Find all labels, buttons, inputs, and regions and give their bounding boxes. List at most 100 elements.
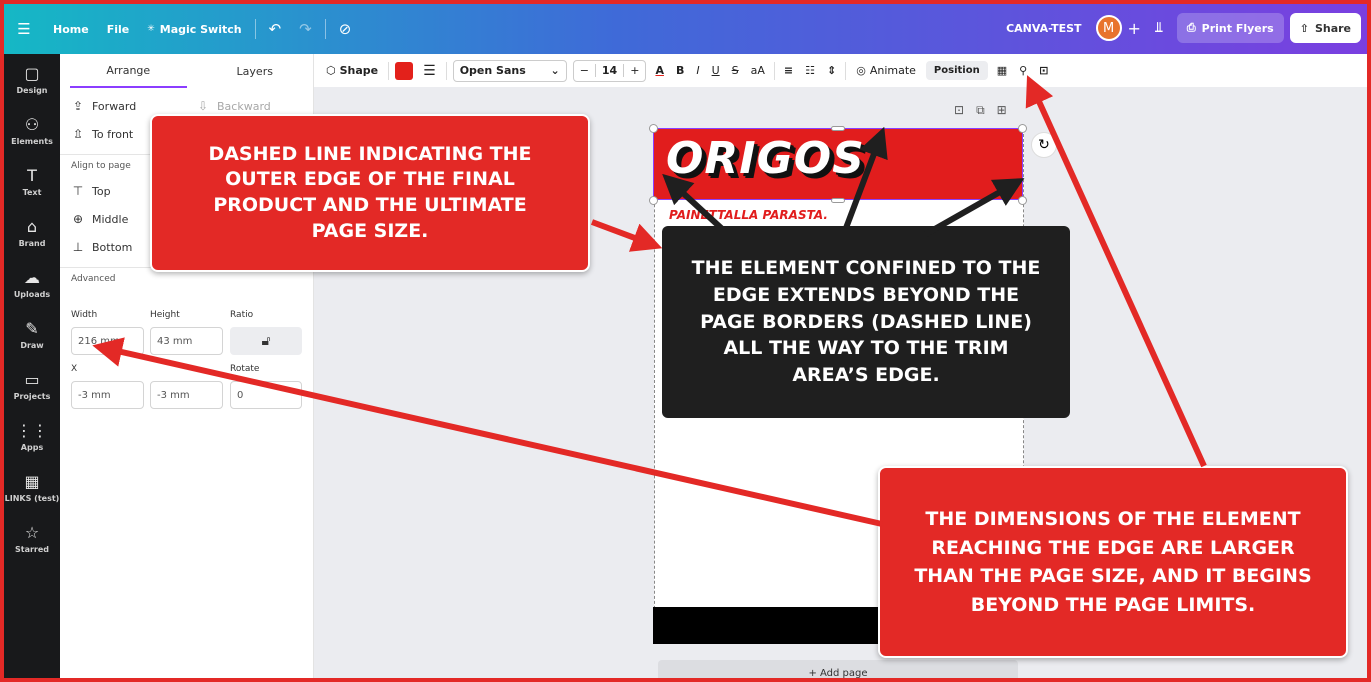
bold-icon[interactable]: B — [673, 64, 687, 77]
ratio-lock-button[interactable]: 🔓︎ — [230, 327, 302, 355]
decrease-size-button[interactable]: − — [574, 64, 595, 77]
strikethrough-icon[interactable]: S — [729, 64, 742, 77]
share-button[interactable]: ⇧ Share — [1289, 13, 1361, 43]
avatar[interactable]: M — [1095, 15, 1122, 41]
menu-button[interactable]: ☰ — [4, 13, 44, 45]
cloud-save-status[interactable]: ⊘ — [330, 13, 361, 45]
add-page-icon[interactable]: ⊞ — [997, 103, 1007, 118]
letter-case-button[interactable]: aA — [748, 64, 768, 77]
tab-layers[interactable]: Layers — [197, 54, 314, 88]
printer-icon: ⎙ — [1186, 21, 1196, 34]
shape-label: Shape — [339, 64, 379, 77]
rail-item-design[interactable]: ▢ Design — [4, 54, 60, 105]
underline-icon[interactable]: U — [709, 64, 723, 77]
add-page-button[interactable]: + Add page — [658, 660, 1018, 678]
undo-button[interactable]: ↶ — [260, 13, 291, 45]
resize-handle[interactable] — [1018, 196, 1027, 205]
lock-icon[interactable]: ⊡ — [1036, 64, 1051, 77]
rail-item-brand[interactable]: ⌂ Brand — [4, 207, 60, 258]
text-color-icon[interactable]: A — [652, 64, 667, 77]
x-input[interactable]: -3 mm — [71, 381, 144, 409]
rail-item-draw[interactable]: ✎ Draw — [4, 309, 60, 360]
magic-switch-button[interactable]: ✳ Magic Switch — [138, 13, 250, 45]
border-style-button[interactable]: ☰ — [419, 63, 440, 79]
italic-icon[interactable]: I — [693, 64, 702, 77]
upload-icon: ☁ — [24, 268, 40, 287]
position-button[interactable]: Position — [925, 61, 988, 80]
spacing-icon[interactable]: ⇕ — [824, 64, 839, 77]
element-toolbar: ⬡ Shape ☰ Open Sans ⌄ − 14 + A B I U S aA … — [314, 54, 1367, 87]
tagline-text[interactable]: PAINETTALLA PARASTA. — [669, 208, 828, 222]
resize-handle[interactable] — [831, 198, 845, 203]
rail-item-elements[interactable]: ⚇ Elements — [4, 105, 60, 156]
rail-label: Elements — [11, 137, 53, 146]
rotate-icon: ↻ — [1038, 137, 1050, 153]
layer-forward-icon: ⇪ — [72, 99, 84, 113]
divider — [324, 19, 326, 39]
increase-size-button[interactable]: + — [624, 64, 645, 77]
rail-item-apps[interactable]: ⋮⋮ Apps — [4, 411, 60, 462]
tab-arrange[interactable]: Arrange — [70, 54, 187, 88]
resize-handle[interactable] — [1018, 124, 1027, 133]
duplicate-page-icon[interactable]: ⧉ — [976, 103, 985, 118]
file-label: File — [106, 22, 130, 36]
font-family-select[interactable]: Open Sans ⌄ — [452, 59, 567, 82]
advanced-heading: Advanced — [71, 274, 116, 284]
print-flyers-button[interactable]: ⎙ Print Flyers — [1176, 13, 1284, 43]
logo-text[interactable]: ORIGOS — [666, 133, 865, 184]
resize-handle[interactable] — [649, 124, 658, 133]
rail-item-links[interactable]: ▦ LINKS (test) — [4, 462, 60, 513]
rail-label: Text — [22, 188, 42, 197]
rail-item-text[interactable]: T Text — [4, 156, 60, 207]
ratio-label: Ratio — [230, 310, 254, 320]
left-rail: ▢ Design ⚇ Elements T Text ⌂ Brand ☁ Uploads … — [4, 54, 60, 678]
draw-icon: ✎ — [25, 319, 39, 338]
redo-button[interactable]: ↷ — [290, 13, 321, 45]
hamburger-icon: ☰ — [17, 20, 31, 38]
transparency-icon[interactable]: ▦ — [994, 64, 1010, 77]
file-menu[interactable]: File — [98, 13, 139, 45]
divider — [254, 19, 256, 39]
font-size-stepper[interactable]: − 14 + — [572, 59, 647, 82]
add-collaborator-button[interactable]: + — [1128, 19, 1141, 38]
resize-handle[interactable] — [649, 196, 658, 205]
text-icon: T — [27, 166, 37, 185]
callout-text: DASHED LINE INDICATING THE OUTER EDGE OF… — [208, 142, 532, 242]
copy-style-icon[interactable]: ⚲ — [1016, 64, 1030, 77]
top-bar: ☰ Home File ✳ Magic Switch ↶ ↷ ⊘ CANVA-T… — [4, 4, 1367, 54]
resize-handle[interactable] — [831, 126, 845, 131]
rotate-handle[interactable]: ↻ — [1031, 132, 1057, 158]
star-icon: ☆ — [24, 523, 40, 542]
project-name[interactable]: CANVA-TEST — [1006, 22, 1081, 35]
backward-label: Backward — [217, 99, 271, 113]
width-input[interactable]: 216 mm — [71, 327, 144, 355]
lock-page-icon[interactable]: ⊡ — [954, 103, 964, 118]
home-label: Home — [53, 22, 89, 36]
list-icon[interactable]: ☷ — [802, 64, 818, 77]
insights-icon[interactable]: ⫫ — [1155, 20, 1163, 36]
divider — [445, 61, 447, 80]
home-button[interactable]: Home — [44, 13, 98, 45]
apps-grid-icon: ⋮⋮ — [16, 421, 48, 440]
height-label: Height — [150, 310, 180, 320]
align-bottom-icon: ⊥ — [72, 240, 84, 254]
elements-icon: ⚇ — [24, 115, 40, 134]
shape-button[interactable]: ⬡ Shape — [322, 64, 382, 77]
height-input[interactable]: 43 mm — [150, 327, 223, 355]
brand-icon: ⌂ — [26, 217, 38, 236]
color-swatch[interactable] — [395, 61, 414, 80]
selected-red-rectangle[interactable]: ORIGOS — [653, 128, 1023, 200]
font-size-value[interactable]: 14 — [594, 64, 625, 77]
rotate-input[interactable]: 0 — [230, 381, 302, 409]
screenshot-frame: ☰ Home File ✳ Magic Switch ↶ ↷ ⊘ CANVA-T… — [0, 0, 1371, 682]
magic-switch-label: Magic Switch — [159, 22, 242, 36]
rail-item-uploads[interactable]: ☁ Uploads — [4, 258, 60, 309]
rail-item-projects[interactable]: ▭ Projects — [4, 360, 60, 411]
align-center-icon[interactable]: ≡ — [781, 64, 796, 77]
y-input[interactable]: -3 mm — [150, 381, 223, 409]
forward-label: Forward — [92, 99, 137, 113]
rail-item-starred[interactable]: ☆ Starred — [4, 513, 60, 564]
animate-button[interactable]: ◎ Animate — [852, 64, 920, 77]
chevron-down-icon: ⌄ — [550, 64, 560, 77]
callout-element-confined: THE ELEMENT CONFINED TO THE EDGE EXTENDS… — [662, 226, 1070, 418]
